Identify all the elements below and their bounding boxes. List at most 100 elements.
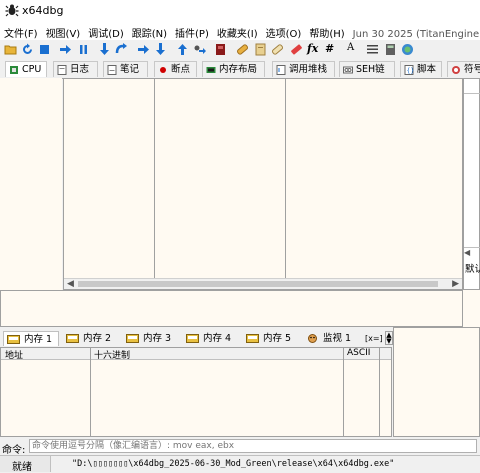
menu-bar: 文件(F) 视图(V) 调试(D) 跟踪(N) 插件(P) 收藏夹(I) 选项(O) 帮助(H… [0,22,480,40]
script-icon: {} [404,65,414,75]
column-ascii[interactable]: ASCII [347,348,370,358]
tab-watch-1[interactable]: 监视 1 [303,331,359,346]
tab-dump-3[interactable]: 内存 3 [123,331,179,346]
watch-icon [308,334,317,343]
patch-icon[interactable] [236,43,249,56]
run-icon[interactable] [59,43,72,56]
status-path: "D:\▯▯▯▯▯▯▯\x64dbg_2025-06-30_Mod_Green\… [72,459,395,469]
dump-view[interactable]: 地址 十六进制 ASCII [0,347,392,437]
tab-locals[interactable]: [x=] [363,331,385,346]
tab-label: 断点 [171,64,191,75]
font-icon[interactable]: A [347,42,354,55]
trace-into-icon[interactable] [137,43,150,56]
stack-info-strip [463,290,480,327]
scroll-left-arrow[interactable]: ◀ [67,279,74,289]
label-icon[interactable] [271,43,284,56]
dump-icon [66,334,79,343]
info-box [0,290,463,327]
scroll-right-arrow[interactable]: ▶ [452,279,459,289]
seh-chain-icon [343,66,353,74]
window-title: x64dbg [22,4,64,17]
column-divider [90,348,91,436]
tab-label: 脚本 [417,64,437,75]
title-bar: x64dbg [0,0,480,22]
stop-icon[interactable] [38,43,51,56]
tab-script[interactable]: {} 脚本 [400,61,442,77]
tab-dump-2[interactable]: 内存 2 [63,331,119,346]
dump-icon [7,335,20,344]
tab-seh-chain[interactable]: SEH链 [339,61,395,77]
tab-label: 内存 4 [203,333,232,344]
disassembly-view[interactable]: ◀ ▶ [63,78,463,290]
calculator-icon[interactable] [384,43,397,56]
execute-till-return-icon[interactable] [176,43,189,56]
tab-label: 内存 3 [143,333,172,344]
tab-label: SEH链 [356,64,385,75]
tab-label: 符号 [464,64,480,75]
tab-cpu[interactable]: CPU [5,61,47,77]
column-divider [285,79,286,278]
tab-log[interactable]: 日志 [53,61,98,77]
function-icon[interactable]: fx [307,42,318,55]
dump-icon [126,334,139,343]
left-gutter [0,78,62,290]
bookmark-icon[interactable] [290,43,303,56]
disassembly-horizontal-scrollbar[interactable]: ◀ ▶ [64,278,462,289]
status-bar: 就绪 "D:\▯▯▯▯▯▯▯\x64dbg_2025-06-30_Mod_Gre… [0,455,480,473]
tab-scroll-buttons[interactable]: ▲ ▼ [385,331,393,345]
dump-header: 地址 十六进制 ASCII [1,348,391,361]
log-icon [57,65,67,75]
breakpoint-icon [160,67,166,73]
step-over-icon[interactable] [115,43,128,56]
dump-icon [246,334,259,343]
cpu-icon [10,66,18,74]
tab-symbols[interactable]: 符号 [447,61,480,77]
tab-label: 日志 [70,64,90,75]
status-state: 就绪 [12,462,32,473]
memory-map-icon [206,67,216,73]
call-stack-icon [276,65,286,75]
tab-dump-1[interactable]: 内存 1 [3,331,59,346]
column-divider [379,348,380,436]
pause-icon[interactable] [77,43,90,56]
open-icon[interactable] [4,43,17,56]
column-divider [154,79,155,278]
tab-dump-5[interactable]: 内存 5 [243,331,299,346]
command-label: 命令: [2,445,26,456]
tab-memory-map[interactable]: 内存布局 [202,61,265,77]
column-address[interactable]: 地址 [5,348,23,361]
memory-map-icon[interactable] [214,43,227,56]
tab-breakpoints[interactable]: 断点 [154,61,197,77]
step-into-icon[interactable] [98,43,111,56]
list-icon[interactable] [366,43,379,56]
column-hex[interactable]: 十六进制 [94,348,130,361]
status-state-box: 就绪 [0,456,51,473]
tab-notes[interactable]: 笔记 [103,61,148,77]
notes-icon [107,65,117,75]
help-icon[interactable] [401,43,414,56]
restart-icon[interactable] [21,43,34,56]
comment-icon[interactable] [254,43,267,56]
command-bar: 命令: [0,438,480,456]
trace-over-icon[interactable] [154,43,167,56]
scroll-thumb[interactable] [78,281,438,287]
tab-call-stack[interactable]: 调用堆栈 [272,61,335,77]
registers-scroll-left[interactable]: ◀ [464,247,480,258]
registers-view[interactable]: ◀ 默认 [463,78,480,290]
tab-label: 内存 1 [24,334,53,345]
command-input[interactable] [29,439,477,453]
dump-tab-bar: 内存 1 内存 2 内存 3 内存 4 内存 5 监视 1 [x=] ▲ ▼ [0,327,395,347]
calling-convention-label: 默认 [465,264,480,275]
registers-header [464,79,480,94]
run-to-user-code-icon[interactable] [193,43,206,56]
tab-dump-4[interactable]: 内存 4 [183,331,239,346]
hash-icon[interactable]: # [325,42,334,55]
tab-label: 笔记 [120,64,140,75]
stack-view[interactable] [393,327,480,437]
tab-label: 内存 5 [263,333,292,344]
toolbar: fx # A [0,40,480,61]
symbols-icon [452,66,460,74]
dump-icon [186,334,199,343]
tab-label: CPU [22,64,42,75]
x64dbg-bug-icon [5,4,19,17]
